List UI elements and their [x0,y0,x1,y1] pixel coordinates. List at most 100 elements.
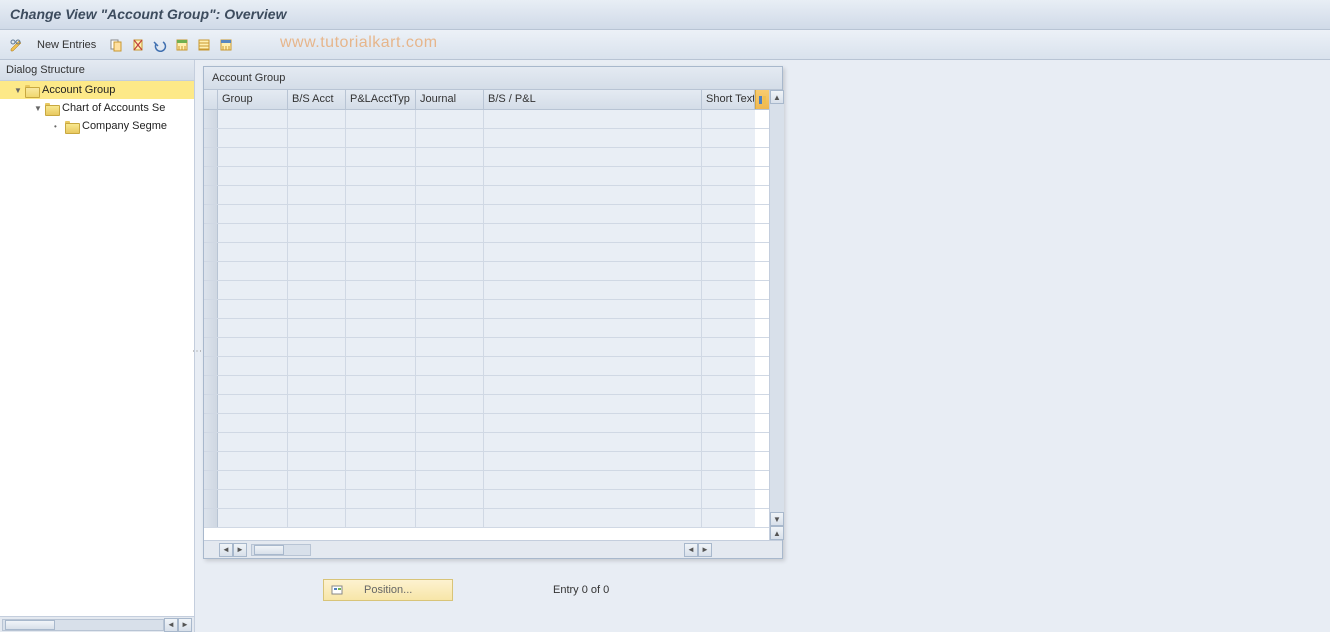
cell-short[interactable] [702,262,755,280]
cell-journal[interactable] [416,509,484,527]
cell-bspl[interactable] [484,471,702,489]
cell-journal[interactable] [416,490,484,508]
cell-pltype[interactable] [346,129,416,147]
cell-short[interactable] [702,281,755,299]
cell-group[interactable] [218,281,288,299]
cell-journal[interactable] [416,205,484,223]
cell-journal[interactable] [416,300,484,318]
row-selector[interactable] [204,433,218,451]
cell-short[interactable] [702,186,755,204]
cell-pltype[interactable] [346,262,416,280]
cell-group[interactable] [218,262,288,280]
row-selector[interactable] [204,338,218,356]
cell-group[interactable] [218,414,288,432]
cell-group[interactable] [218,338,288,356]
cell-journal[interactable] [416,433,484,451]
row-selector[interactable] [204,205,218,223]
hscroll-left-button[interactable]: ◄ [219,543,233,557]
select-all-button[interactable] [173,36,191,54]
column-config-button[interactable] [755,90,769,109]
cell-journal[interactable] [416,224,484,242]
cell-group[interactable] [218,490,288,508]
cell-group[interactable] [218,509,288,527]
hscroll-left2-button[interactable]: ◄ [684,543,698,557]
cell-journal[interactable] [416,395,484,413]
table-row[interactable] [204,414,769,433]
cell-bspl[interactable] [484,433,702,451]
cell-short[interactable] [702,167,755,185]
scroll-track[interactable] [2,619,164,631]
table-corner[interactable] [204,90,218,109]
cell-pltype[interactable] [346,110,416,128]
row-selector[interactable] [204,376,218,394]
cell-group[interactable] [218,452,288,470]
cell-short[interactable] [702,110,755,128]
hscroll-thumb[interactable] [254,545,284,555]
row-selector[interactable] [204,471,218,489]
row-selector[interactable] [204,414,218,432]
cell-journal[interactable] [416,319,484,337]
cell-pltype[interactable] [346,357,416,375]
cell-bspl[interactable] [484,110,702,128]
cell-bspl[interactable] [484,205,702,223]
col-header-journal[interactable]: Journal [416,90,484,109]
col-header-group[interactable]: Group [218,90,288,109]
tree-node[interactable]: ▼Account Group [0,81,194,99]
row-selector[interactable] [204,281,218,299]
cell-journal[interactable] [416,148,484,166]
table-row[interactable] [204,148,769,167]
row-selector[interactable] [204,129,218,147]
cell-group[interactable] [218,110,288,128]
table-row[interactable] [204,319,769,338]
cell-journal[interactable] [416,414,484,432]
hscroll-right-button[interactable]: ► [233,543,247,557]
cell-group[interactable] [218,129,288,147]
row-selector[interactable] [204,509,218,527]
cell-group[interactable] [218,300,288,318]
cell-pltype[interactable] [346,452,416,470]
hscroll-right2-button[interactable]: ► [698,543,712,557]
cell-pltype[interactable] [346,186,416,204]
cell-bspl[interactable] [484,262,702,280]
table-row[interactable] [204,243,769,262]
cell-pltype[interactable] [346,243,416,261]
cell-pltype[interactable] [346,376,416,394]
table-vscroll[interactable]: ▲ ▼ ▲ [769,90,784,540]
dialog-structure-tree[interactable]: ▼Account Group▼Chart of Accounts Se•Comp… [0,81,194,616]
cell-short[interactable] [702,490,755,508]
cell-journal[interactable] [416,167,484,185]
cell-journal[interactable] [416,186,484,204]
cell-short[interactable] [702,205,755,223]
cell-short[interactable] [702,338,755,356]
cell-bsacct[interactable] [288,414,346,432]
table-row[interactable] [204,471,769,490]
cell-short[interactable] [702,243,755,261]
row-selector[interactable] [204,167,218,185]
scroll-up-button[interactable]: ▲ [770,90,784,104]
cell-journal[interactable] [416,376,484,394]
cell-short[interactable] [702,129,755,147]
cell-bsacct[interactable] [288,243,346,261]
cell-pltype[interactable] [346,205,416,223]
cell-bsacct[interactable] [288,300,346,318]
cell-group[interactable] [218,433,288,451]
cell-bspl[interactable] [484,338,702,356]
change-toggle-button[interactable] [8,36,26,54]
cell-group[interactable] [218,376,288,394]
cell-bspl[interactable] [484,376,702,394]
cell-bsacct[interactable] [288,452,346,470]
scroll-thumb[interactable] [5,620,55,630]
scroll-up2-button[interactable]: ▲ [770,526,784,540]
cell-bspl[interactable] [484,129,702,147]
cell-pltype[interactable] [346,224,416,242]
cell-bsacct[interactable] [288,319,346,337]
cell-bsacct[interactable] [288,167,346,185]
table-row[interactable] [204,395,769,414]
col-header-bspl[interactable]: B/S / P&L [484,90,702,109]
row-selector[interactable] [204,319,218,337]
row-selector[interactable] [204,300,218,318]
cell-bsacct[interactable] [288,281,346,299]
row-selector[interactable] [204,395,218,413]
cell-bspl[interactable] [484,167,702,185]
row-selector[interactable] [204,262,218,280]
